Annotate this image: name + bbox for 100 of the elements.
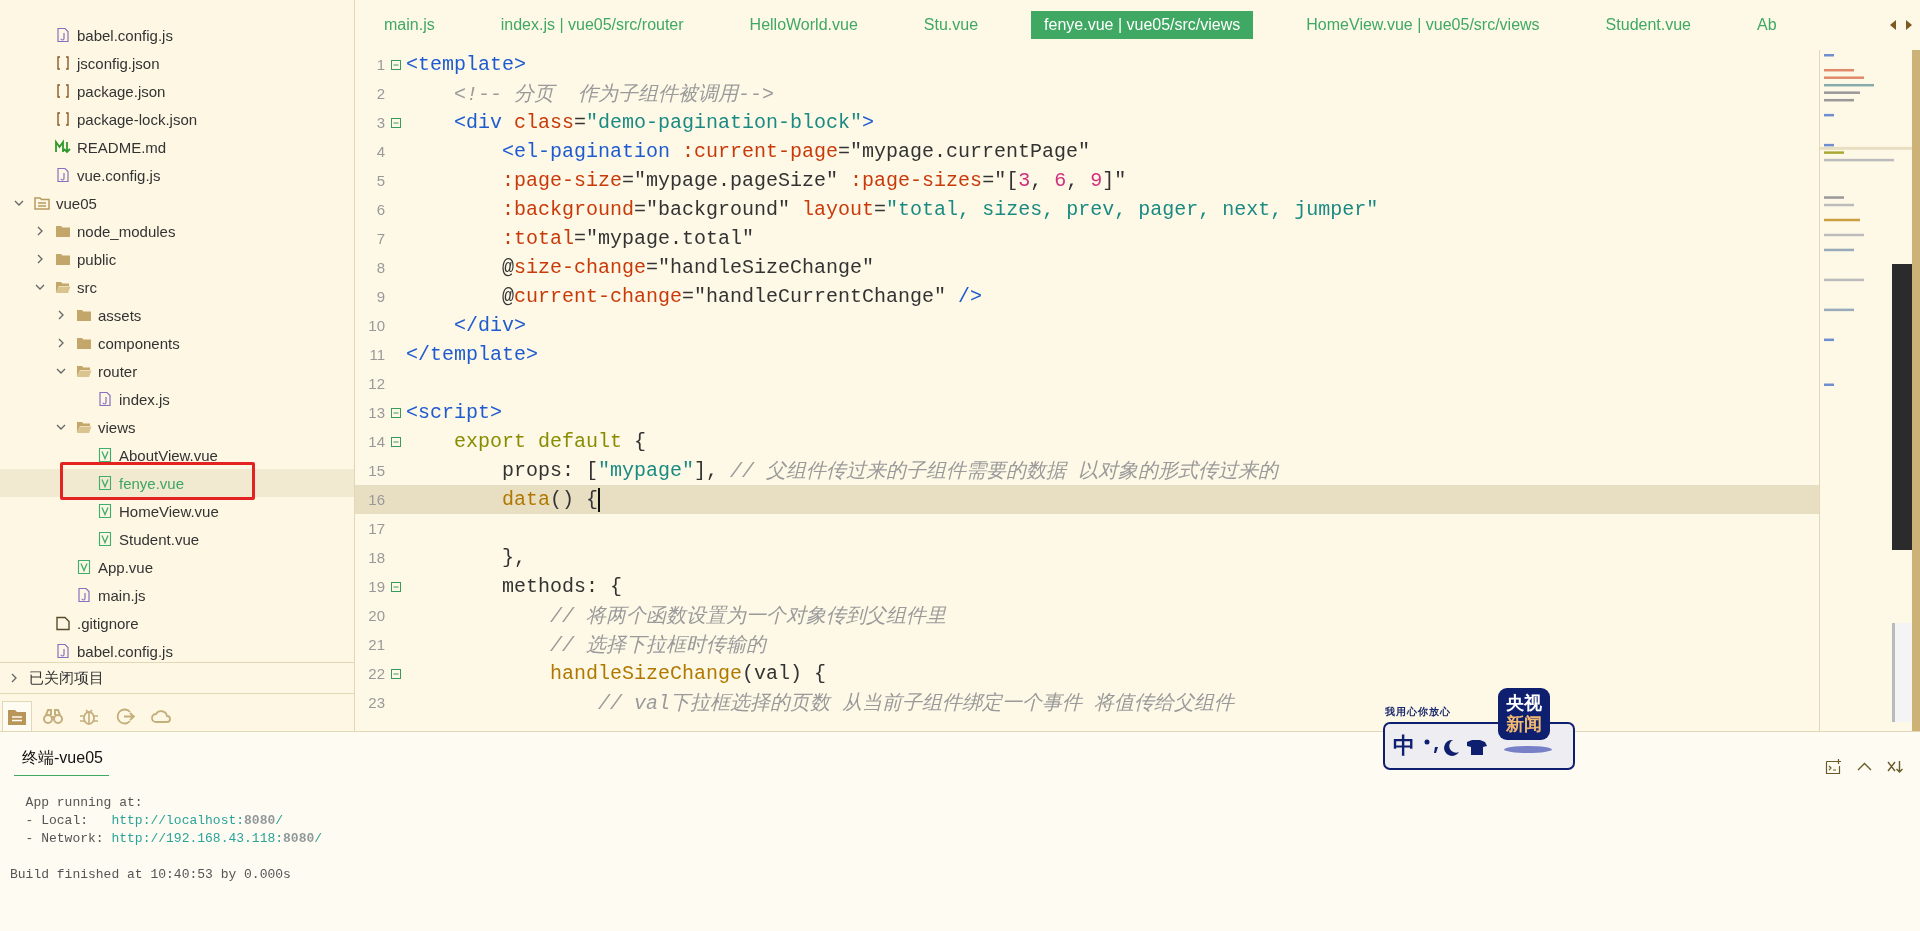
line-number: 14 [367,433,385,450]
tree-item[interactable]: main.js [0,581,354,609]
code-line: handleSizeChange(val) { [549,662,827,685]
project-icon [34,195,50,211]
code-line: :total="mypage.total" [501,227,755,250]
tree-item[interactable]: package-lock.json [0,105,354,133]
code-line: data() { [501,488,599,511]
line-number: 11 [368,346,385,363]
line-number: 3 [375,114,385,131]
line-number: 2 [375,85,385,102]
line-number: 22 [367,665,385,682]
tree-item[interactable]: public [0,245,354,273]
collapse-icon[interactable] [390,436,401,447]
code-line: props: ["mypage"], // 父组件传过来的子组件需要的数据 以对象的形式传过来的 [501,458,1279,484]
line-number: 1 [375,56,385,73]
code-line: // val下拉框选择的页数 从当前子组件绑定一个事件 将值传给父组件 [597,691,1235,716]
line-number: 6 [375,201,385,218]
tree-item[interactable]: HomeView.vue [0,497,354,525]
panel-tab[interactable]: 终端-vue05 [14,744,109,776]
code-line: }, [501,546,527,569]
terminal-line: Build finished at 10:40:53 by 0.000s [10,866,292,884]
tree-item[interactable]: .gitignore [0,609,354,637]
tree-item[interactable]: node_modules [0,217,354,245]
vue-file-icon [76,559,92,575]
json-file-icon [55,55,71,71]
vue-file-icon [97,531,113,547]
open-folder-icon [76,363,92,379]
new-terminal-icon[interactable] [1825,758,1842,775]
collapse-icon[interactable] [390,59,401,70]
tree-item[interactable]: views [0,413,354,441]
collapse-icon[interactable] [390,668,401,679]
code-line: <template> [406,53,527,76]
code-line: // 选择下拉框时传输的 [549,633,767,658]
markdown-icon [55,139,71,155]
json-file-icon [55,83,71,99]
text-cursor [598,487,601,512]
tree-item[interactable]: jsconfig.json [0,49,354,77]
json-file-icon [55,111,71,127]
run-icon [115,706,135,726]
folder-icon [76,307,92,323]
collapse-icon[interactable] [390,407,401,418]
tree-item[interactable]: babel.config.js [0,637,354,662]
tree-item[interactable]: components [0,329,354,357]
code-line: :page-size="mypage.pageSize" :page-sizes="[3, 6, 9]" [501,169,1127,192]
folder-icon [76,335,92,351]
terminal-line: - Network: http://192.168.43.118:8080/ [24,830,323,848]
code-line: // 将两个函数设置为一个对象传到父组件里 [549,604,947,629]
tree-item[interactable]: router [0,357,354,385]
code-line: export default { [453,430,647,453]
code-line: <script> [406,401,502,424]
code-line: <div class="demo-pagination-block"> [453,111,875,134]
line-number: 19 [367,578,385,595]
code-line: methods: { [501,575,623,598]
folder-icon [55,251,71,267]
line-number: 17 [367,520,385,537]
line-number: 20 [367,607,385,624]
tree-item[interactable]: assets [0,301,354,329]
line-number: 7 [375,230,385,247]
logo-tagline: 我用心你放心 [1385,705,1451,719]
collapse-icon[interactable] [390,581,401,592]
logo-badge-text: 新闻 [1506,714,1542,735]
toolbar-button[interactable] [2,701,32,731]
tree-item[interactable]: vue05 [0,189,354,217]
tree-item[interactable]: package.json [0,77,354,105]
logo-badge-text: 央视 [1506,693,1542,714]
collapse-icon[interactable] [390,117,401,128]
vue-file-icon [97,447,113,463]
code-line: </template> [406,343,539,366]
tree-item[interactable]: AboutView.vue [0,441,354,469]
tree-item[interactable]: README.md [0,133,354,161]
vue-file-icon [97,475,113,491]
logo-shadow [1504,746,1552,753]
js-file-icon [97,391,113,407]
tree-item[interactable]: index.js [0,385,354,413]
scroll-right-icon[interactable] [1904,18,1914,32]
line-number: 18 [367,549,385,566]
tree-item[interactable]: vue.config.js [0,161,354,189]
terminal-line: App running at: [24,794,144,812]
js-file-icon [76,587,92,603]
scrollbar[interactable] [1912,50,1920,731]
open-folder-icon [55,279,71,295]
tree-item[interactable]: Student.vue [0,525,354,553]
line-number: 12 [367,375,385,392]
scroll-left-icon[interactable] [1888,18,1898,32]
line-number: 10 [367,317,385,334]
tree-item[interactable]: App.vue [0,553,354,581]
logo-text: 中 [1393,732,1415,760]
section-label[interactable]: 已关闭项目 [29,668,104,688]
line-number: 21 [367,636,385,653]
line-number: 8 [375,259,385,276]
code-line: </div> [453,314,527,337]
tree-item[interactable]: babel.config.js [0,21,354,49]
tree-item[interactable]: src [0,273,354,301]
code-line: <!-- 分页 作为子组件被调用--> [453,82,775,107]
close-panel-icon[interactable] [1887,758,1904,775]
terminal-line: - Local: http://localhost:8080/ [24,812,285,830]
line-number: 9 [375,288,385,305]
js-file-icon [55,27,71,43]
vue-file-icon [97,503,113,519]
code-line: @current-change="handleCurrentChange" /> [501,285,983,308]
